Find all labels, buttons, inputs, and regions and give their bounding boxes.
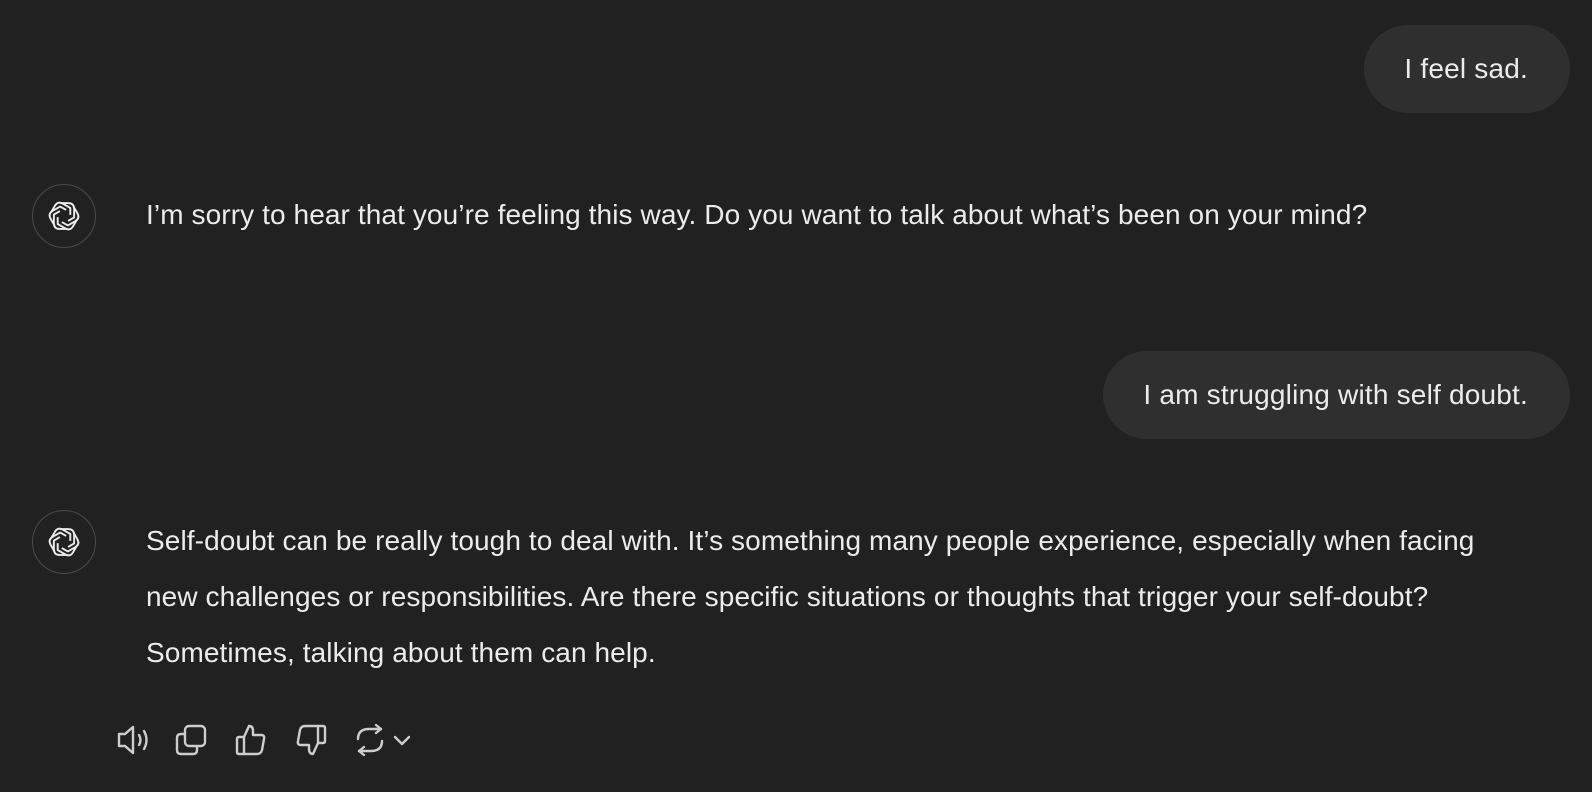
assistant-message-text: I’m sorry to hear that you’re feeling th…: [146, 199, 1368, 230]
message-action-bar: [114, 717, 412, 763]
user-message-bubble: I am struggling with self doubt.: [1103, 351, 1570, 439]
assistant-message-text: Self-doubt can be really tough to deal w…: [146, 525, 1475, 668]
chevron-down-icon: [393, 735, 411, 746]
bad-response-button[interactable]: [294, 717, 354, 763]
openai-logo-icon: [48, 201, 80, 231]
user-message-row: I feel sad.: [1364, 25, 1570, 113]
thumbs-up-icon: [235, 724, 266, 756]
speaker-icon: [117, 725, 148, 755]
copy-icon: [175, 724, 207, 756]
user-message-row: I am struggling with self doubt.: [1103, 351, 1570, 439]
read-aloud-button[interactable]: [114, 717, 174, 763]
copy-button[interactable]: [174, 717, 234, 763]
openai-logo-icon: [48, 527, 80, 557]
refresh-icon: [356, 724, 384, 756]
user-message-bubble: I feel sad.: [1364, 25, 1570, 113]
chat-thread: I feel sad. I’m sorry to hear that you’r…: [0, 0, 1592, 792]
thumbs-down-icon: [296, 724, 327, 756]
assistant-avatar: [32, 510, 96, 574]
assistant-avatar: [32, 184, 96, 248]
good-response-button[interactable]: [234, 717, 294, 763]
regenerate-button[interactable]: [354, 724, 412, 756]
